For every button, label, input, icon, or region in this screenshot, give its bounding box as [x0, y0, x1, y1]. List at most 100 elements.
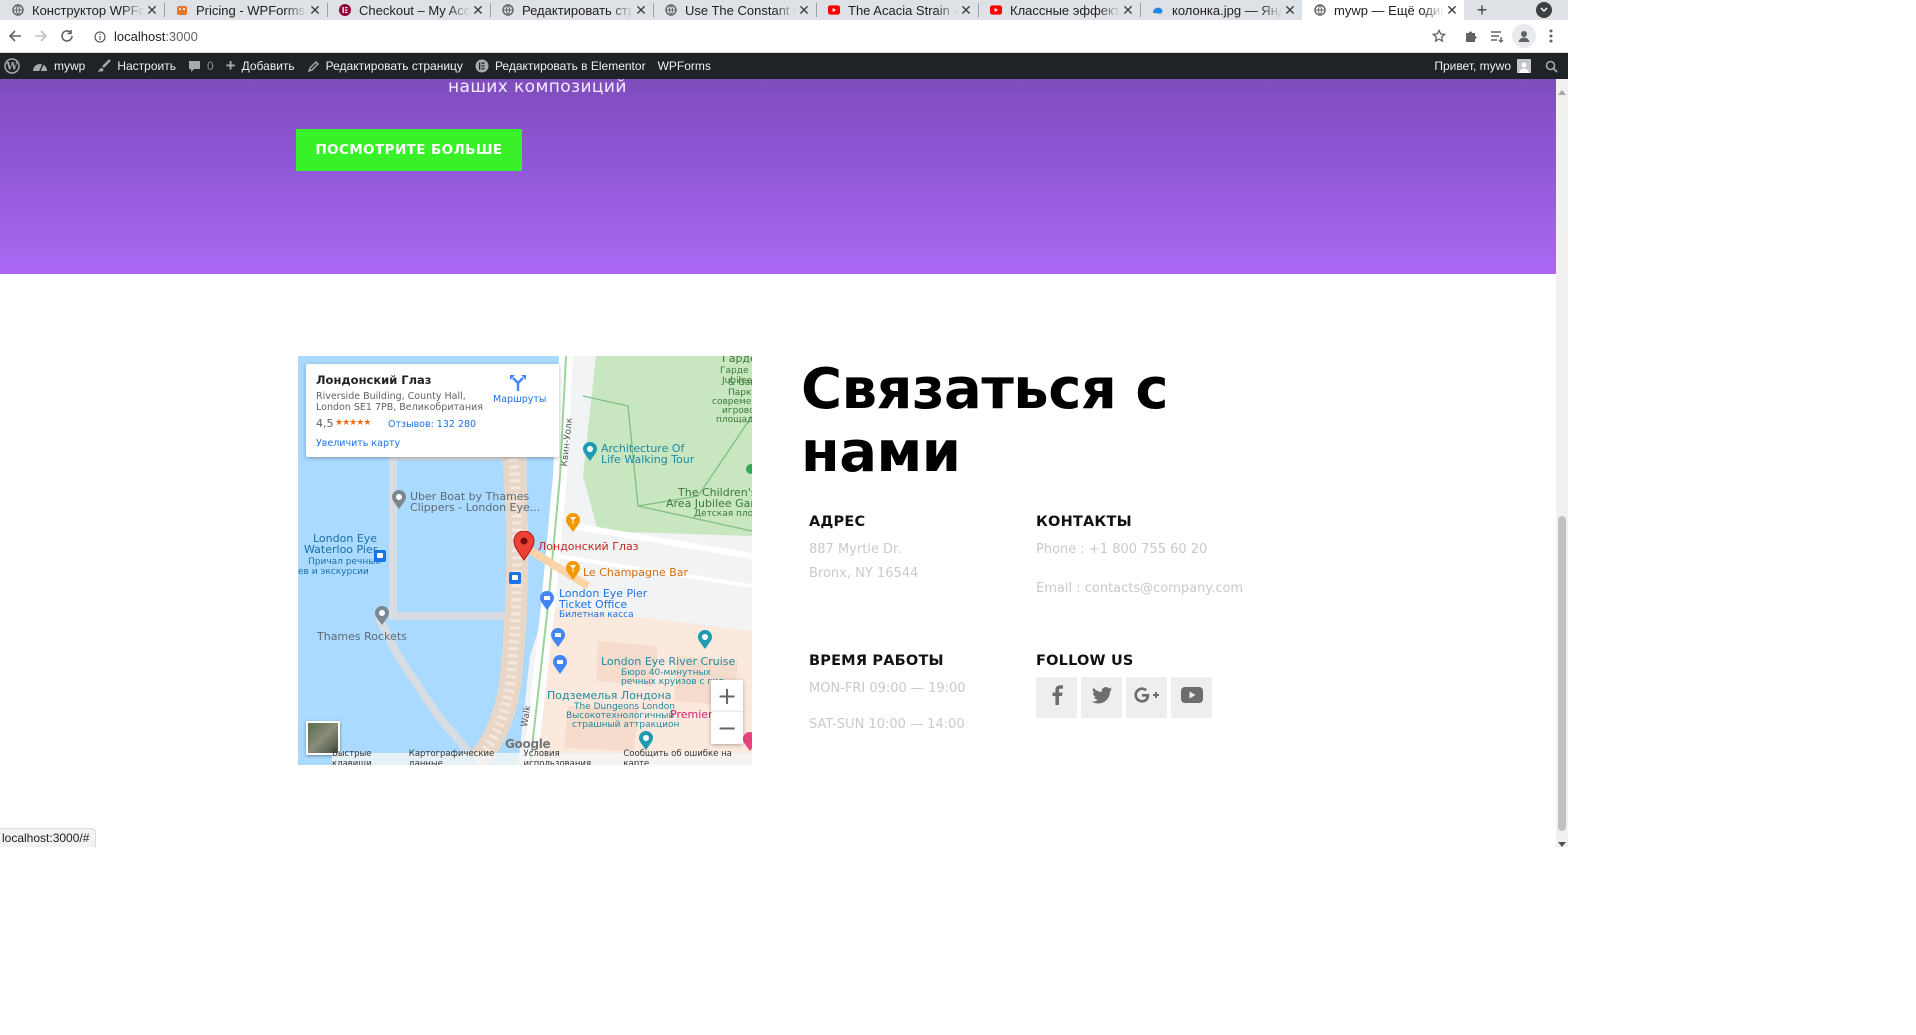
admin-site-link[interactable]: mywp: [26, 53, 91, 79]
directions-icon[interactable]: [509, 374, 527, 396]
youtube-button[interactable]: [1171, 677, 1212, 718]
yandex-disk-icon: [1152, 4, 1164, 16]
place-title: Лондонский Глаз: [316, 373, 432, 387]
admin-customize-link[interactable]: Настроить: [91, 53, 182, 79]
google-map[interactable]: Гарде Гарде Jubilee P & Garde Парк с сов…: [298, 356, 752, 765]
map-poi-pin-icon[interactable]: [391, 490, 407, 515]
map-poi-pin-icon: [746, 461, 752, 482]
map-label: Детская площ: [694, 509, 752, 519]
map-footer: Быстрые клавиши Картографические данные …: [332, 749, 752, 765]
browser-tab[interactable]: The Acacia Strain - Cold ✕: [816, 0, 978, 20]
map-poi-pin-icon[interactable]: [539, 591, 555, 616]
map-label: Le Champagne Bar: [583, 566, 689, 579]
admin-edit-elementor-label: Редактировать в Elementor: [494, 59, 646, 73]
map-poi-pin-icon[interactable]: [565, 513, 581, 538]
browser-tab[interactable]: Checkout – My Account ✕: [327, 0, 490, 20]
map-poi-pin-icon[interactable]: [552, 655, 568, 680]
browser-tab[interactable]: Pricing - WPForms ✕: [164, 0, 327, 20]
browser-tab[interactable]: Редактировать страницу ✕: [490, 0, 653, 20]
contact-title-line: нами: [801, 420, 961, 485]
admin-search-icon[interactable]: [1537, 53, 1568, 79]
map-poi-pin-icon[interactable]: [374, 606, 390, 631]
contact-title-line: Связаться с: [801, 357, 1169, 422]
facebook-button[interactable]: [1036, 677, 1077, 718]
scrollbar-thumb[interactable]: [1558, 516, 1566, 831]
page-scrollbar[interactable]: [1556, 79, 1568, 847]
forward-arrow-icon[interactable]: [30, 25, 52, 47]
terms-link[interactable]: Условия использования: [524, 749, 624, 765]
map-poi-pin-icon[interactable]: [550, 628, 566, 653]
map-poi-pin-icon[interactable]: [565, 561, 581, 586]
browser-toolbar: localhost:3000: [0, 20, 1568, 53]
scroll-down-arrow-icon[interactable]: [1558, 835, 1566, 847]
keyboard-shortcuts-link[interactable]: Быстрые клавиши: [332, 749, 409, 765]
transit-stop-icon[interactable]: [374, 549, 386, 567]
close-icon[interactable]: ✕: [796, 2, 812, 19]
admin-comments-link[interactable]: 0: [182, 53, 220, 79]
enlarge-map-link[interactable]: Увеличить карту: [316, 438, 400, 449]
wordpress-logo-icon[interactable]: W: [0, 53, 26, 79]
google-plus-button[interactable]: [1126, 677, 1167, 718]
admin-account-link[interactable]: Привет, mywo: [1428, 53, 1537, 79]
browser-tab[interactable]: колонка.jpg — Яндекс ✕: [1140, 0, 1302, 20]
admin-customize-label: Настроить: [117, 59, 176, 73]
admin-edit-page-link[interactable]: Редактировать страницу: [301, 53, 469, 79]
email-text[interactable]: Email : contacts@company.com: [1036, 581, 1243, 596]
map-label: Причал речных: [308, 557, 381, 567]
browser-tab[interactable]: Use The Constant Contact ✕: [653, 0, 816, 20]
extensions-puzzle-icon[interactable]: [1460, 25, 1482, 47]
close-icon[interactable]: ✕: [958, 2, 974, 19]
menu-kebab-icon[interactable]: [1540, 25, 1562, 47]
map-label: Life Walking Tour: [601, 453, 695, 466]
close-icon[interactable]: ✕: [1120, 2, 1136, 19]
hours-heading: ВРЕМЯ РАБОТЫ: [809, 653, 944, 669]
report-error-link[interactable]: Сообщить об ошибке на карте: [623, 749, 752, 765]
comment-bubble-icon: [188, 60, 201, 73]
map-data-link[interactable]: Картографические данные: [409, 749, 524, 765]
rating-stars-icon: ★★★★★: [335, 418, 371, 428]
map-label: Подземелья Лондона: [547, 689, 672, 702]
tab-search-icon[interactable]: [1536, 2, 1552, 18]
globe-icon: [1314, 4, 1326, 16]
admin-edit-page-label: Редактировать страницу: [325, 59, 463, 73]
browser-tab-active[interactable]: mywp — Ещё один сайт ✕: [1302, 0, 1464, 20]
twitter-button[interactable]: [1081, 677, 1122, 718]
place-address-line2: London SE1 7PB, Великобритания: [316, 402, 483, 413]
browser-tab[interactable]: Классные эффекты ✕: [978, 0, 1140, 20]
map-poi-pin-icon[interactable]: [582, 442, 598, 467]
bookmark-star-icon[interactable]: [1428, 25, 1450, 47]
back-arrow-icon[interactable]: [4, 25, 26, 47]
map-zoom-in-button[interactable]: +: [711, 680, 743, 712]
info-icon[interactable]: [94, 30, 106, 43]
new-tab-icon[interactable]: +: [1472, 0, 1492, 20]
reload-icon[interactable]: [56, 25, 78, 47]
youtube-icon: [990, 4, 1002, 16]
transit-stop-icon[interactable]: [509, 571, 521, 589]
admin-wpforms-label: WPForms: [657, 59, 711, 73]
see-more-button[interactable]: ПОСМОТРИТЕ БОЛЬШЕ: [296, 129, 522, 171]
admin-wpforms-link[interactable]: WPForms: [652, 53, 717, 79]
close-icon[interactable]: ✕: [144, 2, 160, 19]
browser-tab[interactable]: Конструктор WPForms ✕: [0, 0, 164, 20]
profile-avatar-icon[interactable]: [1512, 24, 1536, 48]
address-bar[interactable]: localhost:3000: [86, 22, 1456, 51]
directions-link[interactable]: Маршруты: [493, 394, 546, 405]
close-icon[interactable]: ✕: [633, 2, 649, 19]
close-icon[interactable]: ✕: [470, 2, 486, 19]
reading-list-icon[interactable]: [1486, 25, 1508, 47]
admin-site-label: mywp: [54, 59, 86, 73]
place-reviews-link[interactable]: Отзывов: 132 280: [388, 419, 476, 430]
map-poi-pin-icon[interactable]: [697, 630, 713, 655]
tab-title: Use The Constant Contact: [685, 2, 796, 18]
close-icon[interactable]: ✕: [1282, 2, 1298, 19]
close-icon[interactable]: ✕: [1444, 2, 1460, 19]
london-eye-marker-icon[interactable]: [513, 530, 535, 566]
admin-edit-elementor-link[interactable]: Редактировать в Elementor: [469, 53, 652, 79]
close-icon[interactable]: ✕: [307, 2, 323, 19]
scroll-up-arrow-icon[interactable]: [1558, 82, 1566, 95]
address-line: Bronx, NY 16544: [809, 566, 919, 581]
tab-title: Редактировать страницу: [522, 2, 633, 18]
admin-add-new-link[interactable]: + Добавить: [220, 53, 301, 79]
address-line: 887 Myrtle Dr.: [809, 542, 902, 557]
map-zoom-out-button[interactable]: −: [711, 712, 743, 744]
